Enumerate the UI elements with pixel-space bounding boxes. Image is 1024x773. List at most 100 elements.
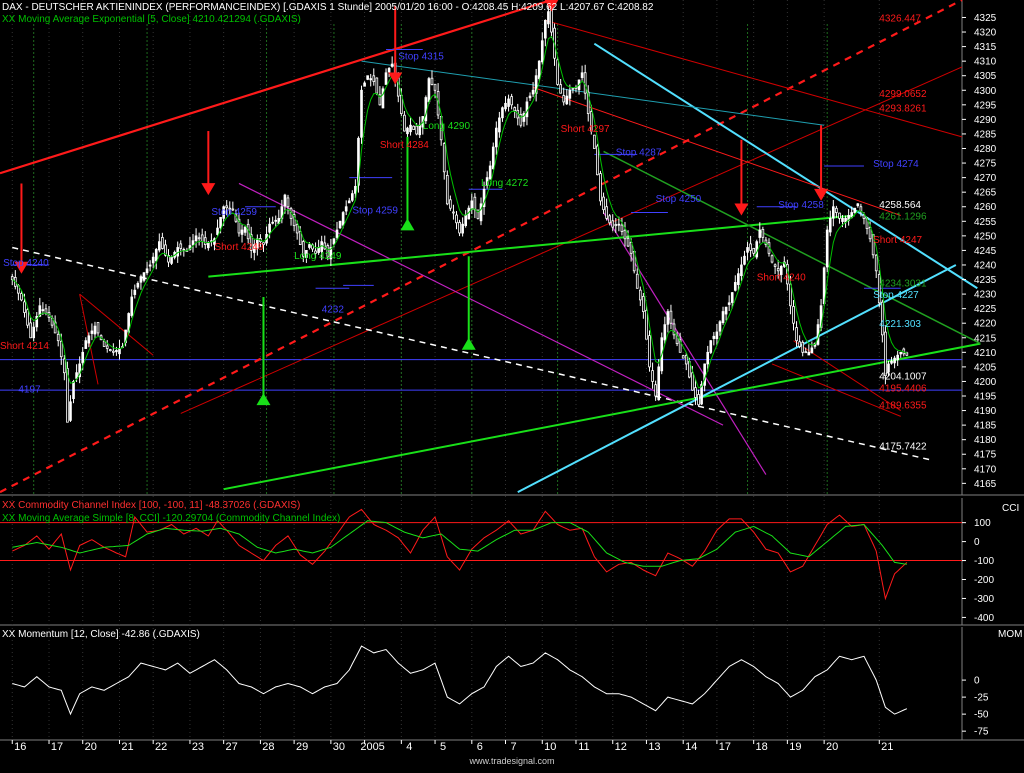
- x-tick-label: 18: [756, 741, 768, 753]
- candle-body: [298, 231, 302, 245]
- candle-body: [458, 222, 461, 234]
- candle-body: [271, 221, 274, 224]
- price-tick-label: 4245: [974, 246, 997, 257]
- candle-body: [770, 255, 774, 263]
- candle-body: [648, 335, 651, 368]
- candle-body: [666, 311, 670, 325]
- x-tick-label: 20: [85, 741, 97, 753]
- price-annotation: 4232: [322, 305, 345, 316]
- price-annotation: Stop 4258: [778, 200, 824, 211]
- chart-workspace: Short 4214 4197 Stop 4240 Stop 4259 Short 42…: [0, 0, 1024, 768]
- candle-body: [243, 226, 247, 233]
- candle-body: [32, 326, 36, 339]
- candle-body: [874, 254, 878, 272]
- candle-body: [197, 237, 201, 240]
- price-annotation: Short 4284: [380, 140, 429, 151]
- price-annotation: 4175.7422: [879, 442, 927, 453]
- candle-body: [841, 217, 844, 222]
- candle-body: [452, 211, 455, 214]
- candle-body: [240, 229, 244, 235]
- ema-line: [11, 35, 908, 389]
- candle-body: [455, 214, 458, 224]
- candle-body: [154, 249, 158, 262]
- candle-body: [403, 114, 406, 132]
- price-tick-label: 4270: [974, 173, 997, 184]
- price-tick-label: 4240: [974, 260, 997, 271]
- x-tick-label: 22: [155, 741, 167, 753]
- candle-body: [90, 330, 94, 334]
- candle-body: [354, 185, 357, 194]
- candle-body: [375, 77, 379, 94]
- candle-body: [605, 206, 608, 219]
- candle-body: [139, 276, 143, 283]
- candle-body: [565, 95, 569, 105]
- candle-body: [151, 256, 155, 264]
- price-tick-label: 4170: [974, 464, 997, 475]
- candle-body: [709, 340, 713, 353]
- candle-body: [804, 351, 808, 354]
- candle-body: [332, 238, 336, 245]
- candle-body: [752, 247, 755, 254]
- candle-body: [115, 349, 118, 353]
- candle-body: [559, 84, 562, 94]
- candle-body: [810, 347, 814, 354]
- cci-tick-label: -400: [974, 613, 994, 624]
- candle-body: [23, 301, 26, 313]
- candle-body: [341, 212, 345, 226]
- candle-body: [387, 68, 391, 73]
- candle-body: [654, 384, 657, 397]
- price-tick-label: 4295: [974, 100, 997, 111]
- candle-body: [669, 310, 673, 324]
- candle-body: [746, 247, 749, 253]
- price-tick-label: 4180: [974, 435, 997, 446]
- candle-body: [540, 40, 544, 63]
- x-tick-label: 30: [333, 741, 345, 753]
- candle-body: [200, 234, 204, 243]
- candle-body: [369, 78, 373, 81]
- price-tick-label: 4320: [974, 28, 997, 39]
- momentum-axis-label: MOM: [998, 629, 1023, 640]
- candle-body: [491, 146, 495, 170]
- candle-body: [133, 289, 137, 295]
- price-annotation: Short 4214: [0, 341, 49, 352]
- trendline: [545, 19, 963, 138]
- candle-body: [510, 96, 513, 106]
- candle-body: [96, 322, 100, 334]
- candle-body: [390, 63, 394, 67]
- candle-body: [602, 196, 605, 211]
- price-tick-label: 4165: [974, 479, 997, 490]
- candle-body: [890, 360, 893, 364]
- candle-body: [730, 292, 734, 303]
- candle-body: [580, 72, 584, 78]
- candle-body: [755, 241, 759, 258]
- candle-body: [743, 255, 746, 265]
- cci-panel-subtitle: XX Moving Average Simple [8, CCI] -120.2…: [2, 513, 341, 524]
- price-tick-label: 4285: [974, 129, 997, 140]
- price-annotation: 4234.3031: [879, 278, 927, 289]
- price-tick-label: 4210: [974, 348, 997, 359]
- candle-body: [832, 206, 835, 219]
- candle-body: [148, 264, 152, 267]
- candle-body: [544, 19, 547, 39]
- candle-body: [642, 296, 645, 312]
- candle-body: [118, 348, 121, 355]
- x-tick-label: 11: [578, 741, 589, 753]
- candle-body: [635, 273, 639, 289]
- candle-body: [473, 196, 477, 211]
- candle-body: [761, 228, 765, 238]
- candle-body: [724, 306, 728, 315]
- candle-body: [176, 247, 180, 257]
- x-tick-label: 7: [510, 741, 516, 753]
- candle-body: [433, 83, 437, 91]
- momentum-panel-title: XX Momentum [12, Close] -42.86 (.GDAXIS): [2, 629, 200, 640]
- candle-body: [427, 78, 431, 103]
- candle-body: [638, 289, 642, 301]
- candle-body: [63, 358, 66, 374]
- candle-body: [712, 335, 716, 339]
- candle-body: [338, 220, 342, 229]
- candle-body: [449, 199, 452, 209]
- price-tick-label: 4260: [974, 202, 997, 213]
- candle-body: [498, 117, 501, 133]
- price-annotation: 4204.1007: [879, 372, 927, 383]
- candle-body: [694, 387, 697, 398]
